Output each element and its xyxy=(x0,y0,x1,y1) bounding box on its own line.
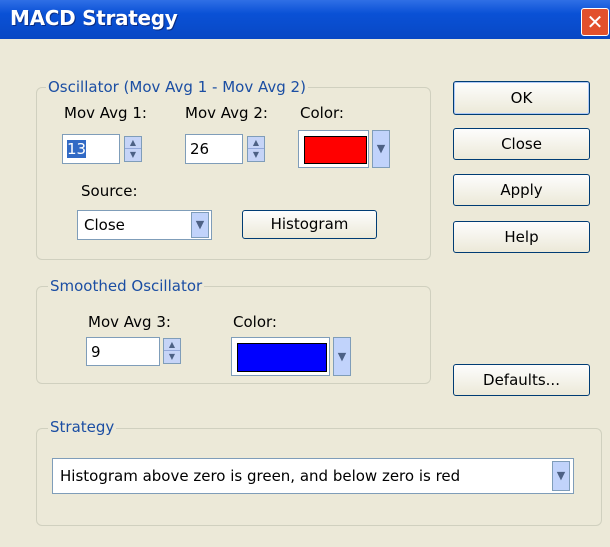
spin-up-icon[interactable]: ▲ xyxy=(125,137,141,149)
source-label: Source: xyxy=(81,182,138,200)
mov-avg3-label: Mov Avg 3: xyxy=(88,313,171,331)
histogram-button[interactable]: Histogram xyxy=(242,210,377,239)
defaults-button[interactable]: Defaults... xyxy=(453,364,590,396)
chevron-down-icon[interactable]: ▼ xyxy=(333,337,351,376)
strategy-select[interactable]: Histogram above zero is green, and below… xyxy=(52,458,574,494)
close-icon[interactable]: ✕ xyxy=(581,8,609,36)
help-button[interactable]: Help xyxy=(453,221,590,253)
spin-down-icon[interactable]: ▼ xyxy=(248,149,264,161)
ok-button[interactable]: OK xyxy=(453,81,590,115)
macd-strategy-dialog: MACD Strategy ✕ Oscillator (Mov Avg 1 - … xyxy=(0,0,610,547)
title-bar[interactable]: MACD Strategy ✕ xyxy=(0,0,610,39)
spin-down-icon[interactable]: ▼ xyxy=(125,149,141,161)
color-swatch xyxy=(237,343,327,372)
mov-avg2-label: Mov Avg 2: xyxy=(185,104,268,122)
spin-up-icon[interactable]: ▲ xyxy=(248,137,264,149)
chevron-down-icon[interactable]: ▼ xyxy=(372,130,390,168)
close-button[interactable]: Close xyxy=(453,128,590,160)
mov-avg3-field[interactable]: 9 xyxy=(86,337,160,366)
chevron-down-icon[interactable]: ▼ xyxy=(552,461,570,491)
oscillator-group-label: Oscillator (Mov Avg 1 - Mov Avg 2) xyxy=(46,78,308,96)
spin-down-icon[interactable]: ▼ xyxy=(164,351,180,363)
mov-avg1-field[interactable]: 13 xyxy=(62,134,120,164)
spin-up-icon[interactable]: ▲ xyxy=(164,339,180,351)
smoothed-color-picker[interactable] xyxy=(231,337,330,376)
mov-avg2-field[interactable]: 26 xyxy=(185,134,243,164)
oscillator-color-picker[interactable] xyxy=(298,130,369,168)
color-swatch xyxy=(304,136,367,164)
strategy-group-label: Strategy xyxy=(48,418,117,436)
color-label: Color: xyxy=(300,104,344,122)
mov-avg3-spin-icon[interactable]: ▲ ▼ xyxy=(163,338,181,364)
mov-avg2-spin-icon[interactable]: ▲ ▼ xyxy=(247,136,265,162)
mov-avg1-spin-icon[interactable]: ▲ ▼ xyxy=(124,136,142,162)
window-title: MACD Strategy xyxy=(10,6,178,30)
apply-button[interactable]: Apply xyxy=(453,174,590,206)
mov-avg1-label: Mov Avg 1: xyxy=(64,104,147,122)
chevron-down-icon[interactable]: ▼ xyxy=(191,212,209,238)
smoothed-color-label: Color: xyxy=(233,313,277,331)
smoothed-group-label: Smoothed Oscillator xyxy=(48,277,205,295)
